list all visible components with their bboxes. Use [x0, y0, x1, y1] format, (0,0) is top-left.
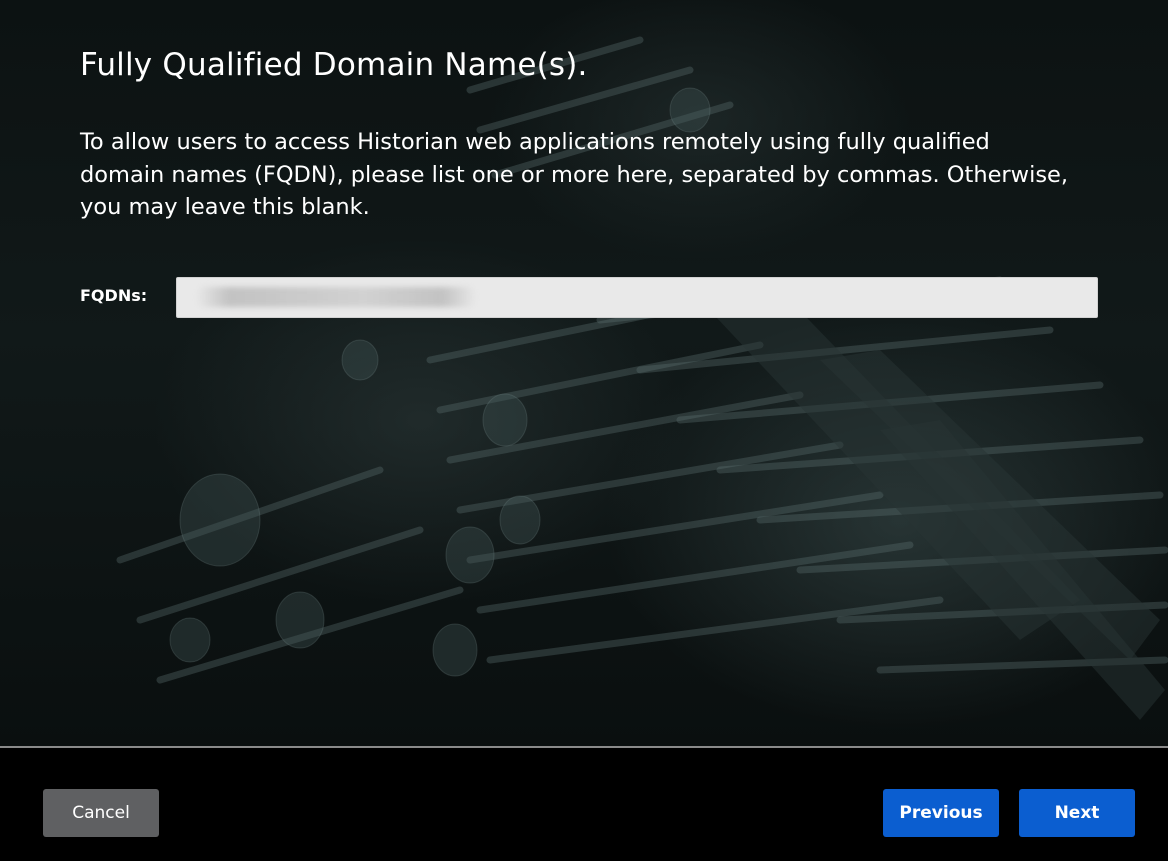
cancel-button[interactable]: Cancel [43, 789, 159, 837]
fqdn-label: FQDNs: [80, 286, 148, 305]
redacted-value [196, 287, 476, 307]
page-title: Fully Qualified Domain Name(s). [80, 47, 588, 83]
next-button[interactable]: Next [1019, 789, 1135, 837]
turbine-blades-graphic [116, 36, 1168, 720]
installer-dialog: Fully Qualified Domain Name(s). To allow… [0, 0, 1168, 861]
background-image: Fully Qualified Domain Name(s). To allow… [0, 0, 1168, 746]
previous-button[interactable]: Previous [883, 789, 999, 837]
page-description: To allow users to access Historian web a… [80, 129, 1069, 220]
